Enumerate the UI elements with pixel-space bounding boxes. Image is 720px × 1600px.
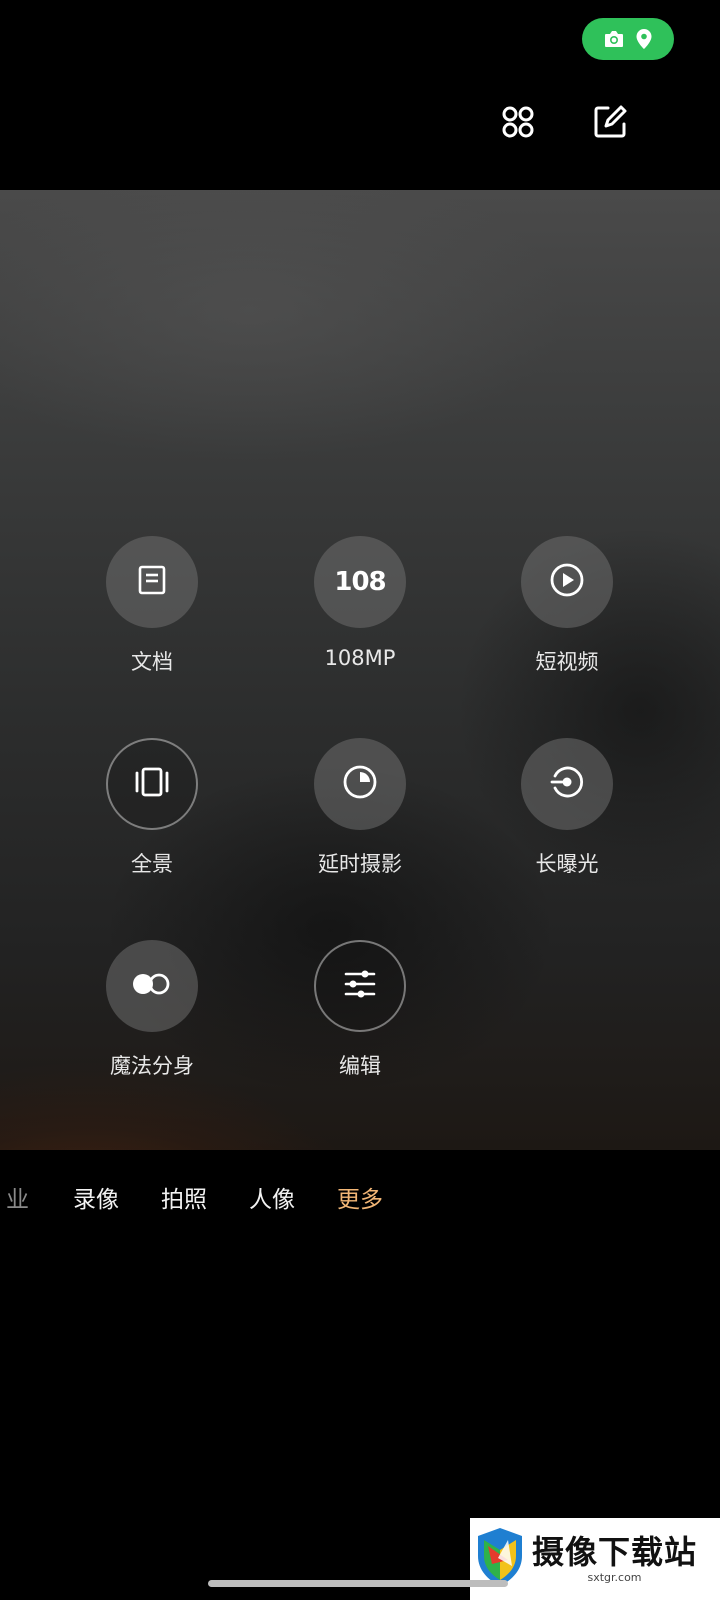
- mode-panorama[interactable]: 全景: [62, 738, 242, 888]
- mode-label: 魔法分身: [110, 1054, 194, 1078]
- mode-label: 文档: [131, 650, 173, 674]
- privacy-indicator[interactable]: [582, 18, 674, 60]
- home-indicator[interactable]: [208, 1580, 508, 1587]
- mode-label: 编辑: [339, 1054, 381, 1078]
- mode-short-video[interactable]: 短视频: [477, 536, 657, 686]
- mode-short-video-button[interactable]: [521, 536, 613, 628]
- 108-icon: 108: [334, 567, 386, 597]
- tab-video[interactable]: 录像: [73, 1180, 119, 1214]
- mode-label: 短视频: [535, 650, 599, 674]
- tab-more[interactable]: 更多: [337, 1180, 383, 1214]
- mode-panorama-button[interactable]: [106, 738, 198, 830]
- panorama-icon: [133, 766, 171, 802]
- camera-screen: 文档 108 108MP 短视频 全景 延时摄影 长曝光 魔法分身 编辑 业 录…: [0, 0, 720, 1600]
- sliders-icon: [343, 968, 377, 1004]
- clone-icon: [130, 970, 174, 1002]
- watermark-title: 摄像下载站: [532, 1533, 698, 1571]
- mode-long-exposure[interactable]: 长曝光: [477, 738, 657, 888]
- tab-portrait[interactable]: 人像: [249, 1180, 295, 1214]
- watermark-text: 摄像下载站 sxtgr.com: [532, 1533, 697, 1585]
- mode-108mp-button[interactable]: 108: [314, 536, 406, 628]
- mode-document[interactable]: 文档: [62, 536, 242, 686]
- long-exposure-icon: [548, 763, 586, 805]
- location-pin-icon: [635, 28, 653, 50]
- mode-clone[interactable]: 魔法分身: [62, 940, 242, 1090]
- tab-photo[interactable]: 拍照: [161, 1180, 207, 1214]
- edit-icon: [592, 104, 628, 144]
- edit-button[interactable]: [588, 102, 632, 146]
- mode-grid-button[interactable]: [496, 102, 540, 146]
- mode-label: 108MP: [324, 646, 396, 670]
- mode-label: 延时摄影: [318, 852, 402, 876]
- camera-mode-tabs: 业 录像 拍照 人像 更多: [0, 1180, 720, 1220]
- mode-clone-button[interactable]: [106, 940, 198, 1032]
- watermark-url: sxtgr.com: [587, 1571, 642, 1584]
- mode-label: 全景: [131, 852, 173, 876]
- mode-label: 长曝光: [535, 852, 599, 876]
- play-icon: [548, 561, 586, 603]
- mode-long-exposure-button[interactable]: [521, 738, 613, 830]
- mode-document-button[interactable]: [106, 536, 198, 628]
- mode-edit-button[interactable]: [314, 940, 406, 1032]
- document-icon: [136, 564, 168, 600]
- watermark: 摄像下载站 sxtgr.com: [470, 1518, 720, 1600]
- mode-edit[interactable]: 编辑: [270, 940, 450, 1090]
- mode-timelapse-button[interactable]: [314, 738, 406, 830]
- timelapse-icon: [341, 763, 379, 805]
- tab-pro[interactable]: 业: [6, 1180, 29, 1214]
- mode-108mp[interactable]: 108 108MP: [270, 536, 450, 686]
- camera-icon: [603, 29, 625, 49]
- more-modes-panel: 文档 108 108MP 短视频 全景 延时摄影 长曝光 魔法分身 编辑: [0, 190, 720, 1150]
- grid-dots-icon: [500, 104, 536, 144]
- viewfinder: 文档 108 108MP 短视频 全景 延时摄影 长曝光 魔法分身 编辑: [0, 190, 720, 1150]
- mode-timelapse[interactable]: 延时摄影: [270, 738, 450, 888]
